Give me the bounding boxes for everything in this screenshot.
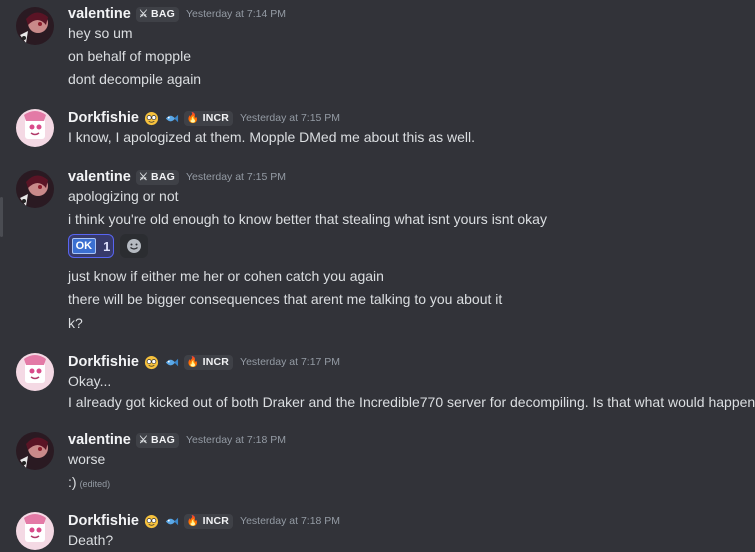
author-name[interactable]: Dorkfishie [68,110,139,126]
message-text: I already got kicked out of both Draker … [68,394,755,410]
timestamp: Yesterday at 7:14 PM [185,8,286,20]
tag-label: INCR [202,112,230,124]
timestamp: Yesterday at 7:17 PM [240,356,341,368]
message-text: I know, I apologized at them. Mopple DMe… [68,129,475,145]
timestamp: Yesterday at 7:15 PM [185,171,286,183]
message-text: there will be bigger consequences that a… [68,291,503,307]
tag-label: BAG [151,171,175,183]
reaction-ok[interactable]: OK 1 [68,234,114,258]
guild-tag[interactable]: 🔥 INCR [183,110,234,126]
message-text: apologizing or not [68,188,179,204]
sword-icon: ⚔ [138,8,149,20]
guild-tag[interactable]: ⚔ BAG [135,432,179,448]
tag-label: BAG [151,434,175,446]
author-name[interactable]: Dorkfishie [68,513,139,529]
guild-tag[interactable]: 🔥 INCR [183,513,234,529]
message-text: k? [68,315,83,331]
ok-emoji-icon: OK [71,238,97,254]
smiley-icon [127,239,141,253]
sword-icon: ⚔ [138,171,149,183]
guild-tag[interactable]: ⚔ BAG [135,6,179,22]
message-text: hey so um [68,25,133,41]
tag-label: INCR [202,515,230,527]
message-text: Death? [68,532,114,548]
timestamp: Yesterday at 7:15 PM [240,112,341,124]
fish-icon [165,114,178,122]
nerd-face-icon [144,355,158,369]
author-name[interactable]: valentine [68,432,131,448]
author-name[interactable]: Dorkfishie [68,354,139,370]
tag-label: BAG [151,8,175,20]
avatar-dorkfishie[interactable] [16,109,54,147]
message-text: dont decompile again [68,71,202,87]
edited-label: (edited) [79,479,111,489]
flame-icon: 🔥 [186,112,200,124]
fish-icon [165,517,178,525]
avatar-valentine[interactable] [16,432,54,470]
add-reaction-button[interactable] [120,234,148,258]
reaction-count: 1 [103,238,111,254]
avatar-valentine[interactable] [16,170,54,208]
flame-icon: 🔥 [186,356,200,368]
guild-tag[interactable]: 🔥 INCR [183,354,234,370]
avatar-valentine[interactable] [16,7,54,45]
message-text-edited: :) (edited) [68,474,110,490]
message-text: worse [68,451,106,467]
flame-icon: 🔥 [186,515,200,527]
message-text: on behalf of mopple [68,48,191,64]
fish-icon [165,358,178,366]
message-text: i think you're old enough to know better… [68,211,547,227]
tag-label: INCR [202,356,230,368]
avatar-dorkfishie[interactable] [16,353,54,391]
message-text: just know if either me her or cohen catc… [68,268,384,284]
scroll-edge [0,197,3,237]
nerd-face-icon [144,111,158,125]
message-text: Okay... [68,373,112,389]
author-name[interactable]: valentine [68,169,131,185]
author-name[interactable]: valentine [68,6,131,22]
timestamp: Yesterday at 7:18 PM [185,434,286,446]
guild-tag[interactable]: ⚔ BAG [135,169,179,185]
nerd-face-icon [144,514,158,528]
message-text: :) [68,474,77,490]
avatar-dorkfishie[interactable] [16,512,54,550]
timestamp: Yesterday at 7:18 PM [240,515,341,527]
sword-icon: ⚔ [138,434,149,446]
